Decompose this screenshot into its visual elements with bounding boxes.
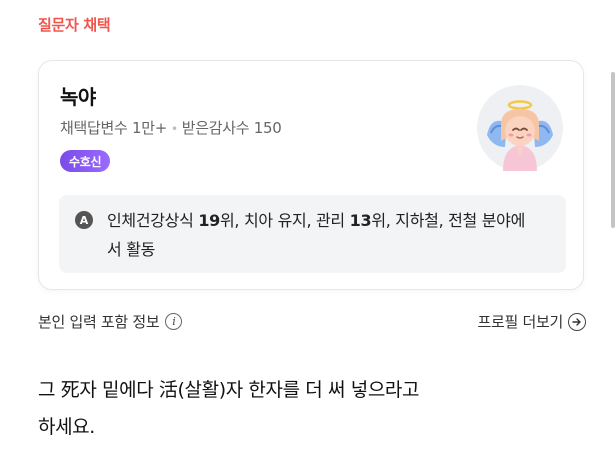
field-text-part: 위, 치아 유지, 관리 [219, 211, 350, 230]
self-input-info[interactable]: 본인 입력 포함 정보 i [38, 311, 183, 332]
answerer-stats: 채택답변수 1만+ • 받은감사수 150 [60, 117, 282, 138]
answerer-profile-card[interactable]: 녹야 채택답변수 1만+ • 받은감사수 150 수호신 A 인체건강상식 19위,… [38, 60, 584, 290]
answer-body: 그 死자 밑에다 活(살활)자 한자를 더 써 넣으라고 하세요. [38, 372, 578, 446]
field-text-part: 인체건강상식 [107, 211, 199, 230]
info-icon[interactable]: i [165, 313, 183, 330]
angel-avatar-icon[interactable] [477, 85, 563, 171]
profile-more-link[interactable]: 프로필 더보기 [478, 311, 586, 332]
stats-separator: • [170, 122, 178, 136]
info-row: 본인 입력 포함 정보 i 프로필 더보기 [38, 311, 586, 333]
adopted-count: 채택답변수 1만+ [60, 119, 167, 137]
activity-fields-box: A 인체건강상식 19위, 치아 유지, 관리 13위, 지하철, 전철 분야에… [59, 195, 566, 273]
arrow-right-icon [568, 312, 586, 331]
activity-fields-text: 인체건강상식 19위, 치아 유지, 관리 13위, 지하철, 전철 분야에서 … [107, 206, 527, 264]
section-label: 질문자 채택 [38, 16, 111, 34]
profile-more-label: 프로필 더보기 [477, 313, 564, 331]
thanks-count: 받은감사수 150 [181, 119, 282, 137]
field-rank-number: 13 [349, 211, 372, 230]
answerer-name[interactable]: 녹야 [60, 81, 96, 110]
rank-badge: 수호신 [60, 150, 111, 172]
answer-line: 하세요. [38, 416, 95, 438]
scrollbar[interactable] [611, 72, 615, 228]
self-input-info-label: 본인 입력 포함 정보 [38, 313, 160, 331]
field-rank-number: 19 [198, 211, 220, 230]
answer-line: 그 死자 밑에다 活(살활)자 한자를 더 써 넣으라고 [38, 379, 420, 401]
answer-a-letter: A [80, 214, 89, 227]
answer-a-icon: A [75, 211, 93, 229]
